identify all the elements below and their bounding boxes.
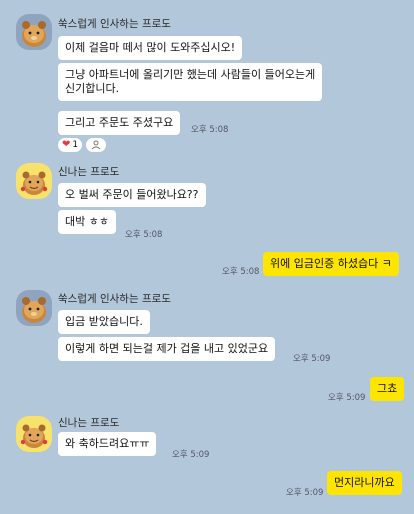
message-bubble[interactable]: 이제 걸음마 떼서 많이 도와주십시오!: [58, 36, 243, 60]
message-bubble[interactable]: 오 벌써 주문이 들어왔나요??: [58, 183, 206, 207]
message-time: 오후 5:08: [125, 230, 163, 240]
reaction-count: 1: [72, 140, 79, 150]
avatar[interactable]: [16, 163, 52, 199]
message-bubble[interactable]: 이렇게 하면 되는걸 제가 겁을 내고 있었군요: [58, 337, 276, 361]
message-bubble[interactable]: 대박 ㅎㅎ: [58, 210, 116, 234]
message-bubble[interactable]: 입금 받았습니다.: [58, 310, 150, 334]
sender-name: 신나는 프로도: [58, 166, 120, 178]
message-bubble[interactable]: 그리고 주문도 주셨구요: [58, 111, 181, 135]
message-bubble[interactable]: 먼지라니까요: [327, 471, 402, 495]
person-icon: [91, 140, 101, 150]
reaction-heart-badge[interactable]: ❤ 1: [58, 138, 83, 152]
message-time: 오후 5:09: [172, 450, 210, 460]
avatar[interactable]: [16, 416, 52, 452]
add-reaction-button[interactable]: [86, 138, 106, 152]
message-bubble[interactable]: 그냥 아파트너에 올리기만 했는데 사람들이 들어오는게 신기합니다.: [58, 63, 323, 101]
message-time: 오후 5:08: [222, 267, 260, 277]
message-bubble[interactable]: 와 축하드려요ㅠㅠ: [58, 432, 157, 456]
message-line: 그냥 아파트너에 올리기만 했는데 사람들이 들어오는게: [65, 68, 316, 81]
avatar[interactable]: [16, 290, 52, 326]
heart-icon: ❤: [62, 139, 71, 150]
message-time: 오후 5:09: [286, 488, 324, 498]
sender-name: 신나는 프로도: [58, 417, 120, 429]
sender-name: 쑥스럽게 인사하는 프로도: [58, 293, 171, 305]
message-time: 오후 5:08: [191, 125, 229, 135]
message-bubble[interactable]: 위에 입금인증 하셨습다 ㅋ: [263, 252, 399, 276]
message-time: 오후 5:09: [328, 393, 366, 403]
message-time: 오후 5:09: [293, 354, 331, 364]
avatar[interactable]: [16, 14, 52, 50]
message-bubble[interactable]: 그쵸: [370, 377, 405, 401]
sender-name: 쑥스럽게 인사하는 프로도: [58, 18, 171, 30]
message-line: 신기합니다.: [65, 82, 120, 95]
